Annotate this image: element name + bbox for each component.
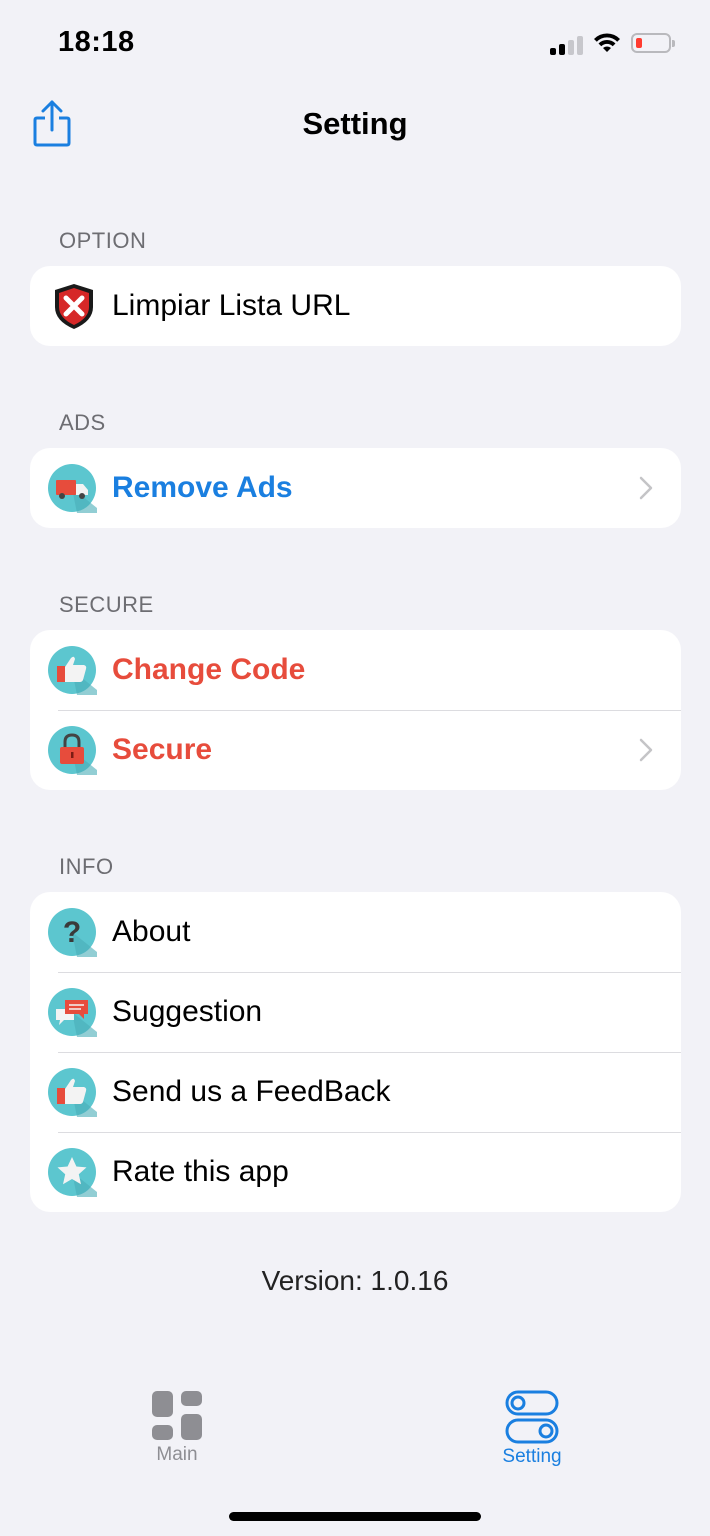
- battery-icon: [631, 33, 675, 53]
- section-header-info: INFO: [59, 854, 114, 879]
- cellular-signal-icon: [550, 36, 583, 55]
- row-clear-url-list[interactable]: Limpiar Lista URL: [30, 266, 681, 346]
- row-label: Rate this app: [112, 1155, 289, 1188]
- star-icon: [48, 1148, 97, 1197]
- battery-level: [636, 38, 642, 48]
- svg-text:?: ?: [63, 916, 81, 949]
- thumbs-up-icon: [48, 1068, 97, 1117]
- secure-group: Change Code Secure: [30, 630, 681, 790]
- info-group: ? About Suggestion Send us a FeedBack Ra…: [30, 892, 681, 1212]
- row-send-feedback[interactable]: Send us a FeedBack: [30, 1052, 681, 1132]
- wifi-icon: [594, 33, 620, 52]
- chevron-right-icon: [639, 738, 653, 762]
- version-label: Version: 1.0.16: [261, 1265, 449, 1296]
- tab-label: Main: [156, 1444, 198, 1465]
- status-time: 18:18: [58, 26, 135, 58]
- row-change-code[interactable]: Change Code: [30, 630, 681, 710]
- chat-bubble-icon: [48, 988, 97, 1037]
- tab-setting[interactable]: Setting: [472, 1390, 592, 1468]
- chevron-right-icon: [639, 476, 653, 500]
- shield-x-icon: [55, 284, 93, 329]
- row-label: Change Code: [112, 653, 306, 686]
- row-about[interactable]: ? About: [30, 892, 681, 972]
- row-remove-ads[interactable]: Remove Ads: [30, 448, 681, 528]
- home-indicator: [229, 1512, 481, 1521]
- question-mark-icon: ?: [48, 908, 97, 957]
- row-secure[interactable]: Secure: [30, 710, 681, 790]
- row-label: Remove Ads: [112, 471, 293, 504]
- section-header-ads: ADS: [59, 410, 106, 435]
- lock-icon: [48, 726, 97, 775]
- row-suggestion[interactable]: Suggestion: [30, 972, 681, 1052]
- row-rate-app[interactable]: Rate this app: [30, 1132, 681, 1212]
- section-header-option: OPTION: [59, 228, 147, 253]
- thumbs-up-icon: [48, 646, 97, 695]
- section-header-secure: SECURE: [59, 592, 154, 617]
- toggle-switches-icon: [505, 1390, 559, 1444]
- grid-icon: [152, 1391, 202, 1440]
- row-label: Suggestion: [112, 995, 263, 1028]
- option-group: Limpiar Lista URL: [30, 266, 681, 346]
- status-bar: 18:18: [0, 0, 710, 90]
- tab-main[interactable]: Main: [117, 1390, 237, 1466]
- truck-icon: [48, 464, 97, 513]
- page-title: Setting: [302, 106, 408, 141]
- tab-label: Setting: [502, 1446, 562, 1467]
- row-label: Limpiar Lista URL: [112, 289, 351, 322]
- ads-group: Remove Ads: [30, 448, 681, 528]
- row-label: About: [112, 915, 191, 948]
- row-label: Send us a FeedBack: [112, 1075, 391, 1108]
- row-label: Secure: [112, 733, 213, 766]
